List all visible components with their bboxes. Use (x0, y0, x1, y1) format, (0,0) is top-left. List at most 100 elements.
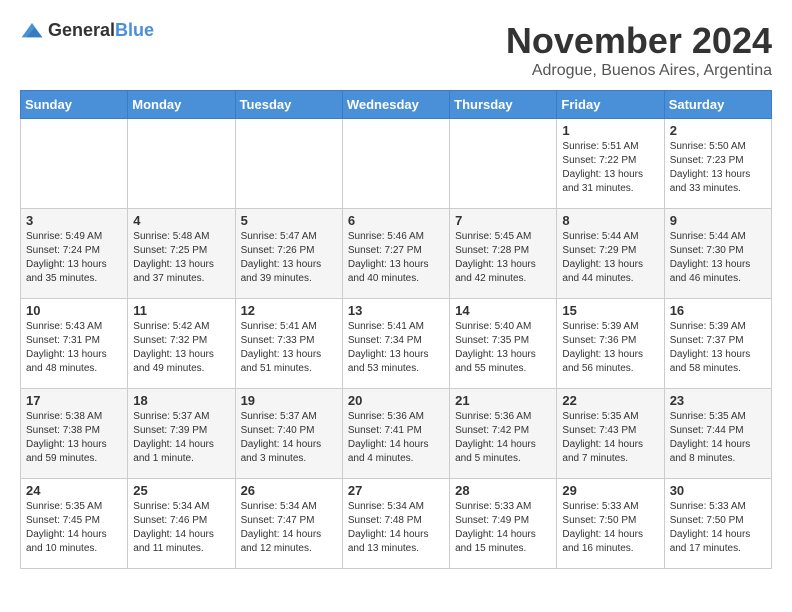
day-number: 18 (133, 393, 229, 408)
day-number: 17 (26, 393, 122, 408)
day-info: Sunrise: 5:33 AM Sunset: 7:50 PM Dayligh… (670, 500, 766, 556)
day-number: 22 (562, 393, 658, 408)
day-info: Sunrise: 5:36 AM Sunset: 7:42 PM Dayligh… (455, 410, 551, 466)
page-header: GeneralBlue November 2024 Adrogue, Bueno… (20, 20, 772, 80)
day-number: 13 (348, 303, 444, 318)
calendar-week-row: 24 Sunrise: 5:35 AM Sunset: 7:45 PM Dayli… (21, 479, 772, 569)
day-number: 24 (26, 483, 122, 498)
day-number: 30 (670, 483, 766, 498)
calendar-cell: 9 Sunrise: 5:44 AM Sunset: 7:30 PM Daylig… (664, 209, 771, 299)
day-info: Sunrise: 5:40 AM Sunset: 7:35 PM Dayligh… (455, 320, 551, 376)
day-info: Sunrise: 5:37 AM Sunset: 7:40 PM Dayligh… (241, 410, 337, 466)
day-number: 23 (670, 393, 766, 408)
weekday-header: Tuesday (235, 91, 342, 119)
calendar-week-row: 3Sunrise: 5:49 AM Sunset: 7:24 PM Daylig… (21, 209, 772, 299)
calendar: SundayMondayTuesdayWednesdayThursdayFrid… (20, 90, 772, 569)
day-number: 19 (241, 393, 337, 408)
weekday-header: Friday (557, 91, 664, 119)
calendar-cell: 20 Sunrise: 5:36 AM Sunset: 7:41 PM Dayli… (342, 389, 449, 479)
calendar-cell: 22 Sunrise: 5:35 AM Sunset: 7:43 PM Dayli… (557, 389, 664, 479)
day-info: Sunrise: 5:45 AM Sunset: 7:28 PM Dayligh… (455, 230, 551, 286)
calendar-cell: 19 Sunrise: 5:37 AM Sunset: 7:40 PM Dayli… (235, 389, 342, 479)
calendar-cell (450, 119, 557, 209)
calendar-cell: 26Sunrise: 5:34 AM Sunset: 7:47 PM Dayli… (235, 479, 342, 569)
calendar-cell: 2 Sunrise: 5:50 AM Sunset: 7:23 PM Daylig… (664, 119, 771, 209)
day-number: 15 (562, 303, 658, 318)
day-number: 21 (455, 393, 551, 408)
day-number: 6 (348, 213, 444, 228)
logo: GeneralBlue (20, 20, 154, 41)
day-number: 26 (241, 483, 337, 498)
day-number: 8 (562, 213, 658, 228)
day-info: Sunrise: 5:35 AM Sunset: 7:45 PM Dayligh… (26, 500, 122, 556)
day-info: Sunrise: 5:46 AM Sunset: 7:27 PM Dayligh… (348, 230, 444, 286)
calendar-week-row: 10 Sunrise: 5:43 AM Sunset: 7:31 PM Dayli… (21, 299, 772, 389)
day-info: Sunrise: 5:42 AM Sunset: 7:32 PM Dayligh… (133, 320, 229, 376)
title-block: November 2024 Adrogue, Buenos Aires, Arg… (506, 20, 772, 80)
logo-icon (20, 21, 44, 41)
calendar-cell: 12Sunrise: 5:41 AM Sunset: 7:33 PM Dayli… (235, 299, 342, 389)
calendar-header-row: SundayMondayTuesdayWednesdayThursdayFrid… (21, 91, 772, 119)
day-info: Sunrise: 5:44 AM Sunset: 7:29 PM Dayligh… (562, 230, 658, 286)
weekday-header: Thursday (450, 91, 557, 119)
calendar-cell: 21 Sunrise: 5:36 AM Sunset: 7:42 PM Dayli… (450, 389, 557, 479)
day-number: 7 (455, 213, 551, 228)
day-info: Sunrise: 5:41 AM Sunset: 7:34 PM Dayligh… (348, 320, 444, 376)
weekday-header: Wednesday (342, 91, 449, 119)
calendar-cell: 4 Sunrise: 5:48 AM Sunset: 7:25 PM Daylig… (128, 209, 235, 299)
day-number: 11 (133, 303, 229, 318)
calendar-cell: 23 Sunrise: 5:35 AM Sunset: 7:44 PM Dayli… (664, 389, 771, 479)
calendar-cell: 3Sunrise: 5:49 AM Sunset: 7:24 PM Daylig… (21, 209, 128, 299)
calendar-cell: 13 Sunrise: 5:41 AM Sunset: 7:34 PM Dayli… (342, 299, 449, 389)
day-number: 29 (562, 483, 658, 498)
day-info: Sunrise: 5:34 AM Sunset: 7:48 PM Dayligh… (348, 500, 444, 556)
weekday-header: Sunday (21, 91, 128, 119)
calendar-cell: 28Sunrise: 5:33 AM Sunset: 7:49 PM Dayli… (450, 479, 557, 569)
day-number: 10 (26, 303, 122, 318)
day-info: Sunrise: 5:48 AM Sunset: 7:25 PM Dayligh… (133, 230, 229, 286)
day-info: Sunrise: 5:44 AM Sunset: 7:30 PM Dayligh… (670, 230, 766, 286)
calendar-cell: 25 Sunrise: 5:34 AM Sunset: 7:46 PM Dayli… (128, 479, 235, 569)
day-info: Sunrise: 5:35 AM Sunset: 7:44 PM Dayligh… (670, 410, 766, 466)
logo-blue: Blue (115, 20, 154, 40)
day-info: Sunrise: 5:43 AM Sunset: 7:31 PM Dayligh… (26, 320, 122, 376)
calendar-cell: 1Sunrise: 5:51 AM Sunset: 7:22 PM Daylig… (557, 119, 664, 209)
calendar-cell: 18 Sunrise: 5:37 AM Sunset: 7:39 PM Dayli… (128, 389, 235, 479)
month-title: November 2024 (506, 20, 772, 62)
calendar-cell: 7 Sunrise: 5:45 AM Sunset: 7:28 PM Daylig… (450, 209, 557, 299)
day-info: Sunrise: 5:36 AM Sunset: 7:41 PM Dayligh… (348, 410, 444, 466)
calendar-cell: 5Sunrise: 5:47 AM Sunset: 7:26 PM Daylig… (235, 209, 342, 299)
day-number: 4 (133, 213, 229, 228)
day-info: Sunrise: 5:49 AM Sunset: 7:24 PM Dayligh… (26, 230, 122, 286)
weekday-header: Monday (128, 91, 235, 119)
location-title: Adrogue, Buenos Aires, Argentina (506, 62, 772, 80)
day-info: Sunrise: 5:50 AM Sunset: 7:23 PM Dayligh… (670, 140, 766, 196)
day-number: 9 (670, 213, 766, 228)
day-info: Sunrise: 5:35 AM Sunset: 7:43 PM Dayligh… (562, 410, 658, 466)
day-number: 27 (348, 483, 444, 498)
calendar-week-row: 1Sunrise: 5:51 AM Sunset: 7:22 PM Daylig… (21, 119, 772, 209)
day-info: Sunrise: 5:37 AM Sunset: 7:39 PM Dayligh… (133, 410, 229, 466)
calendar-cell: 8 Sunrise: 5:44 AM Sunset: 7:29 PM Daylig… (557, 209, 664, 299)
day-info: Sunrise: 5:38 AM Sunset: 7:38 PM Dayligh… (26, 410, 122, 466)
day-info: Sunrise: 5:39 AM Sunset: 7:36 PM Dayligh… (562, 320, 658, 376)
day-info: Sunrise: 5:33 AM Sunset: 7:50 PM Dayligh… (562, 500, 658, 556)
day-number: 16 (670, 303, 766, 318)
day-number: 12 (241, 303, 337, 318)
calendar-cell: 15 Sunrise: 5:39 AM Sunset: 7:36 PM Dayli… (557, 299, 664, 389)
day-number: 28 (455, 483, 551, 498)
day-number: 2 (670, 123, 766, 138)
calendar-cell: 17 Sunrise: 5:38 AM Sunset: 7:38 PM Dayli… (21, 389, 128, 479)
calendar-cell: 6 Sunrise: 5:46 AM Sunset: 7:27 PM Daylig… (342, 209, 449, 299)
calendar-cell: 10 Sunrise: 5:43 AM Sunset: 7:31 PM Dayli… (21, 299, 128, 389)
calendar-cell: 29 Sunrise: 5:33 AM Sunset: 7:50 PM Dayli… (557, 479, 664, 569)
day-number: 20 (348, 393, 444, 408)
day-info: Sunrise: 5:34 AM Sunset: 7:46 PM Dayligh… (133, 500, 229, 556)
calendar-week-row: 17 Sunrise: 5:38 AM Sunset: 7:38 PM Dayli… (21, 389, 772, 479)
day-number: 25 (133, 483, 229, 498)
calendar-cell (342, 119, 449, 209)
calendar-cell (128, 119, 235, 209)
calendar-cell: 24 Sunrise: 5:35 AM Sunset: 7:45 PM Dayli… (21, 479, 128, 569)
calendar-cell (21, 119, 128, 209)
calendar-cell (235, 119, 342, 209)
